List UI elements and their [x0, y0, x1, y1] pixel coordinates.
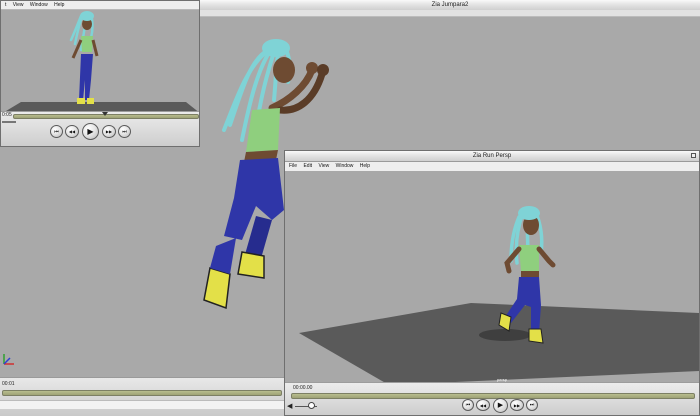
run-persp-controlbar: 00:00.00 ◀ ⏮ ◀◀ ▶ ▶▶ ⏭ [285, 382, 699, 415]
running-character [498, 206, 556, 344]
volume-icon[interactable]: ◀ [287, 402, 292, 410]
close-icon[interactable] [691, 153, 696, 158]
rewind-start-button[interactable]: ⏮ [462, 399, 474, 411]
small-play-button[interactable]: ▶ [82, 123, 99, 140]
menu-item-window[interactable]: Window [30, 1, 48, 9]
run-persp-titlebar[interactable]: Zia Run Persp [285, 151, 699, 162]
small-controlbar: 0:05 ⏮ ◀◀ ▶ ▶▶ ⏭ [1, 111, 199, 146]
head [273, 57, 295, 83]
menu-item-file[interactable]: File [289, 162, 297, 171]
forward-end-button[interactable]: ⏭ [526, 399, 538, 411]
small-window-menubar: t View Window Help [1, 1, 199, 10]
menu-item-help[interactable]: Help [54, 1, 64, 9]
play-button[interactable]: ▶ [493, 398, 508, 413]
run-timeline[interactable] [291, 393, 695, 399]
menu-item-window[interactable]: Window [336, 162, 354, 171]
menu-item-view[interactable]: View [318, 162, 329, 171]
run-top [519, 245, 539, 271]
jump-scrollbar[interactable] [0, 400, 284, 409]
small-rewind-start-button[interactable]: ⏮ [50, 125, 63, 138]
small-character [69, 11, 99, 104]
step-back-button[interactable]: ◀◀ [476, 399, 490, 411]
jump-window-menubar [200, 10, 700, 17]
jump-timecode: 00:01 [2, 381, 15, 387]
step-forward-button[interactable]: ▶▶ [510, 399, 524, 411]
right-shoe [203, 267, 231, 310]
run-persp-window: Zia Run Persp File Edit View Window Help… [284, 150, 700, 416]
jump-window-title: Zia Jumpara2 [431, 2, 469, 8]
volume-knob[interactable] [308, 402, 315, 409]
small-playhead-icon[interactable] [102, 112, 108, 116]
axis-gizmo-icon [3, 354, 14, 365]
small-viewport[interactable] [1, 10, 199, 114]
small-window: t View Window Help 0:05 ⏮ ◀◀ ▶ ▶▶ ⏭ [0, 0, 200, 147]
run-persp-title: Zia Run Persp [472, 153, 512, 159]
small-timecode: 0:05 [2, 112, 12, 118]
small-step-forward-button[interactable]: ▶▶ [102, 125, 116, 138]
floor-plane [299, 303, 699, 385]
small-scrub-track[interactable] [2, 121, 16, 123]
jump-window-controlbar: 00:01 [0, 377, 284, 416]
menu-item-help[interactable]: Help [360, 162, 370, 171]
menu-item-view[interactable]: View [13, 1, 24, 9]
run-left-shoe [528, 328, 544, 344]
left-shoe [237, 251, 265, 279]
jump-timeline[interactable] [2, 390, 282, 396]
run-timecode: 00:00.00 [293, 385, 313, 391]
menu-item-edit[interactable]: Edit [303, 162, 312, 171]
run-persp-viewport[interactable]: persp [285, 171, 699, 385]
small-step-back-button[interactable]: ◀◀ [65, 125, 79, 138]
torso-top [246, 108, 280, 152]
menu-item-t[interactable]: t [5, 1, 6, 9]
small-forward-end-button[interactable]: ⏭ [118, 125, 131, 138]
